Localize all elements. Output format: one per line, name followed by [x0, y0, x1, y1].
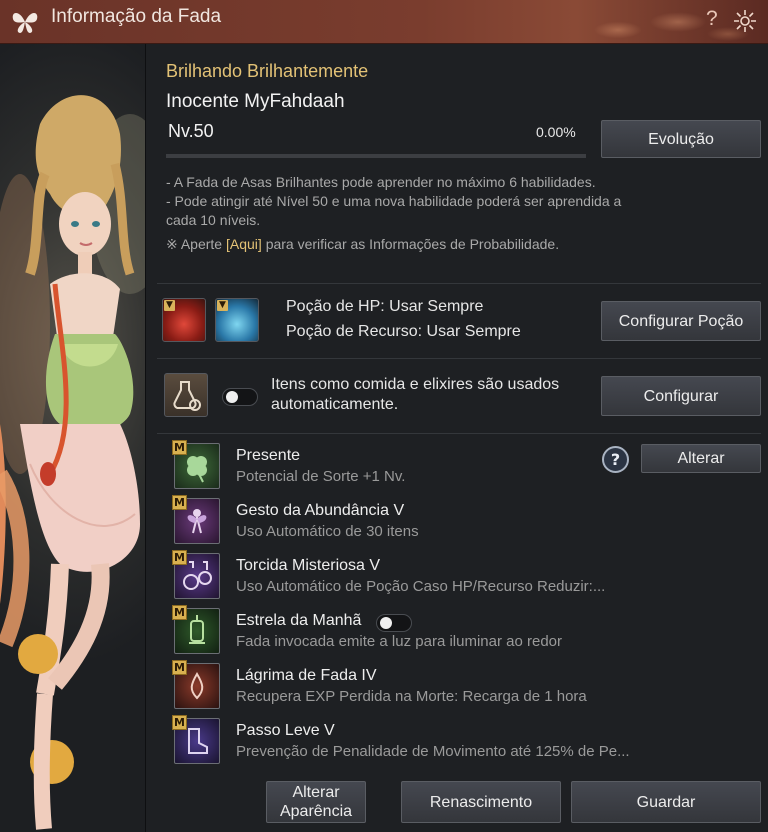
- elixir-flask-icon: [173, 381, 201, 411]
- fairy-portrait: [0, 44, 146, 832]
- title-bar: Informação da Fada ?: [0, 0, 768, 44]
- probability-suffix: para verificar as Informações de Probabi…: [261, 236, 560, 252]
- hp-potion-icon[interactable]: ▼: [162, 298, 206, 342]
- elixir-gear-icon[interactable]: [164, 373, 208, 417]
- skill-desc: Fada invocada emite a luz para iluminar …: [236, 633, 563, 650]
- skill-icon-clover[interactable]: M: [172, 440, 220, 489]
- info-line: cada 10 níveis.: [166, 212, 261, 228]
- store-button[interactable]: Guardar: [571, 781, 761, 823]
- skill-name: Gesto da Abundância V: [236, 502, 405, 519]
- mastery-badge: M: [172, 550, 187, 565]
- mastery-badge: M: [172, 440, 187, 455]
- info-line: - A Fada de Asas Brilhantes pode aprende…: [166, 174, 596, 190]
- configure-button[interactable]: Configurar: [601, 376, 761, 416]
- hp-potion-setting: Poção de HP: Usar Sempre: [286, 298, 484, 315]
- toggle-knob: [226, 391, 238, 403]
- skill-desc: Recupera EXP Perdida na Morte: Recarga d…: [236, 688, 587, 705]
- down-arrow-icon: ▼: [164, 300, 175, 311]
- skill-help-icon[interactable]: ?: [602, 446, 629, 473]
- exp-percent: 0.00%: [536, 124, 576, 140]
- resource-potion-setting: Poção de Recurso: Usar Sempre: [286, 323, 521, 340]
- skill-icon-potion[interactable]: M: [172, 550, 220, 599]
- skill-name: Lágrima de Fada IV: [236, 667, 377, 684]
- change-appearance-label: Aparência: [279, 803, 353, 820]
- probability-note: ※ Aperte [Aqui] para verificar as Inform…: [166, 236, 559, 253]
- change-skill-button[interactable]: Alterar: [641, 444, 761, 473]
- resource-potion-icon[interactable]: ▼: [215, 298, 259, 342]
- mastery-badge: M: [172, 605, 187, 620]
- skill-name: Estrela da Manhã: [236, 612, 362, 629]
- auto-food-text: Itens como comida e elixires são usados: [271, 376, 560, 393]
- skill-desc: Potencial de Sorte +1 Nv.: [236, 468, 406, 485]
- info-line: - Pode atingir até Nível 50 e uma nova h…: [166, 193, 622, 209]
- butterfly-icon: [12, 12, 38, 33]
- evolve-button[interactable]: Evolução: [601, 120, 761, 158]
- auto-food-text: automaticamente.: [271, 396, 399, 413]
- window-title: Informação da Fada: [51, 6, 222, 27]
- mastery-badge: M: [172, 660, 187, 675]
- probability-prefix: ※ Aperte: [166, 236, 226, 252]
- toggle-knob: [380, 617, 392, 629]
- skill-desc: Uso Automático de 30 itens: [236, 523, 419, 540]
- rebirth-button[interactable]: Renascimento: [401, 781, 561, 823]
- fairy-info-panel: [146, 44, 768, 832]
- auto-food-toggle[interactable]: [222, 388, 258, 406]
- skill-desc: Uso Automático de Poção Caso HP/Recurso …: [236, 578, 606, 595]
- down-arrow-icon: ▼: [217, 300, 228, 311]
- divider: [157, 283, 761, 284]
- probability-link[interactable]: [Aqui]: [226, 236, 262, 252]
- configure-potion-button[interactable]: Configurar Poção: [601, 301, 761, 341]
- skill-name: Passo Leve V: [236, 722, 335, 739]
- skill-name: Presente: [236, 447, 301, 464]
- divider: [157, 358, 761, 359]
- fairy-rank: Brilhando Brilhantemente: [166, 61, 369, 81]
- change-appearance-label: Alterar: [292, 784, 340, 801]
- skill-icon-fairy[interactable]: M: [172, 495, 220, 544]
- skill-icon-tear[interactable]: M: [172, 660, 220, 709]
- divider: [157, 433, 761, 434]
- skill-desc: Prevenção de Penalidade de Movimento até…: [236, 743, 630, 760]
- gear-icon[interactable]: [733, 9, 757, 33]
- fairy-level: Nv.50: [168, 121, 214, 141]
- morning-star-toggle[interactable]: [376, 614, 412, 632]
- mastery-badge: M: [172, 715, 187, 730]
- skill-icon-lantern[interactable]: M: [172, 605, 220, 654]
- fairy-illustration: [0, 95, 145, 830]
- skill-icon-boot[interactable]: M: [172, 715, 220, 764]
- mastery-badge: M: [172, 495, 187, 510]
- exp-progress-bar: [166, 154, 586, 158]
- fairy-name: Inocente MyFahdaah: [166, 91, 345, 112]
- help-button[interactable]: ?: [706, 7, 718, 31]
- change-appearance-button[interactable]: Alterar Aparência: [266, 781, 366, 823]
- skill-name: Torcida Misteriosa V: [236, 557, 381, 574]
